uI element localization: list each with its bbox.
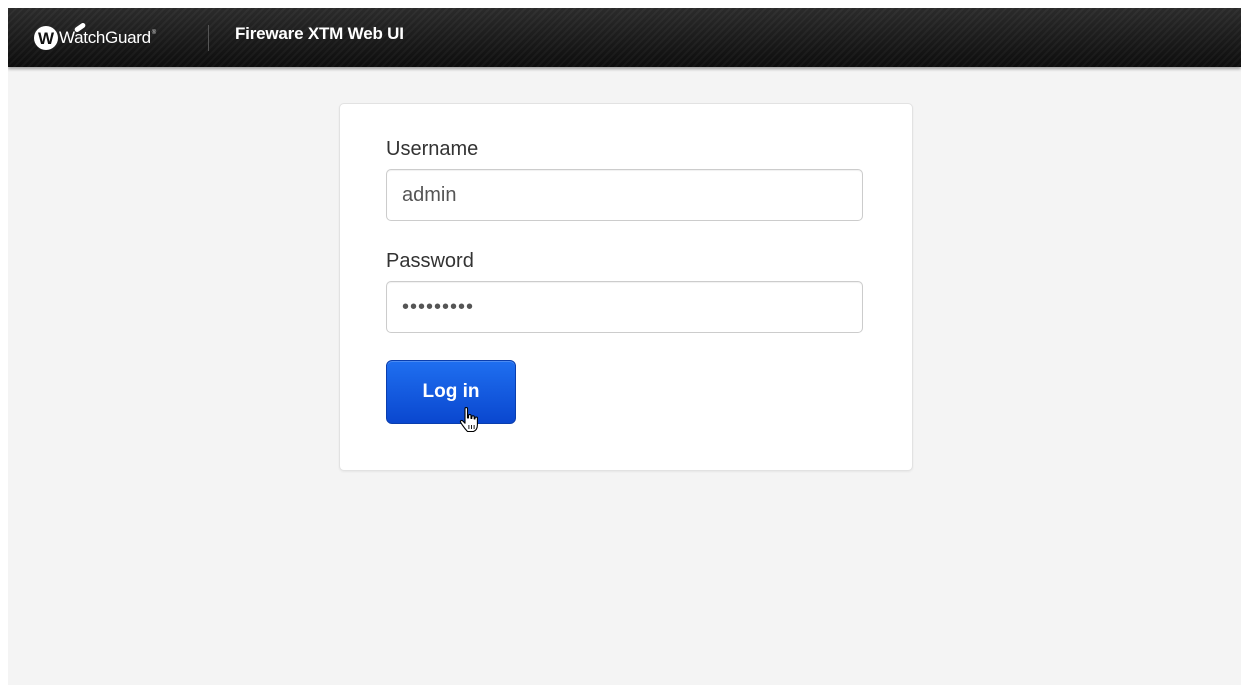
logo-text: WatchGuard	[59, 28, 151, 47]
logo-trademark: ®	[151, 30, 157, 36]
watchguard-logo-icon: W	[34, 26, 58, 50]
username-label: Username	[386, 138, 479, 160]
logo-letter: W	[37, 29, 55, 48]
top-bar: W WatchGuard ® Fireware XTM Web UI	[8, 8, 1241, 67]
app-title: Fireware XTM Web UI	[235, 24, 404, 43]
login-card: Username Password Log in	[339, 103, 913, 471]
password-label: Password	[386, 250, 474, 272]
header-divider	[208, 25, 209, 51]
app-window: W WatchGuard ® Fireware XTM Web UI Usern…	[8, 8, 1241, 685]
username-input[interactable]	[386, 169, 863, 221]
login-button[interactable]: Log in	[386, 360, 516, 424]
password-input[interactable]	[386, 281, 863, 333]
watchguard-logo: W WatchGuard ®	[34, 22, 157, 53]
